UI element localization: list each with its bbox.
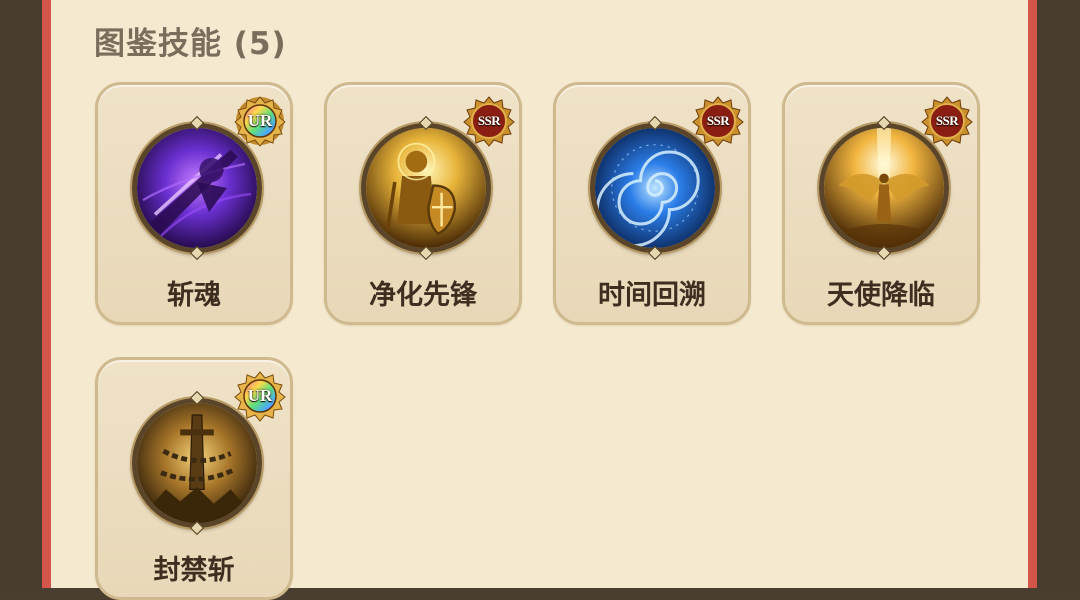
skill-card-zhanhun[interactable]: UR 斩魂	[95, 82, 293, 325]
rarity-badge-ur: UR	[234, 370, 286, 422]
rarity-label: UR	[247, 386, 273, 405]
panel-border-right	[1028, 0, 1037, 588]
skill-name: 天使降临	[827, 280, 935, 311]
rarity-label: SSR	[935, 113, 959, 128]
rarity-badge-ssr: SSR	[463, 95, 515, 147]
skill-name: 斩魂	[167, 280, 221, 311]
skill-name: 封禁斩	[153, 555, 235, 586]
screen-frame: 图鉴技能 (5) UR 斩魂 SSR 净化先锋 SSR 时间回溯 SSR 天使降…	[0, 0, 1080, 600]
rarity-badge-ssr: SSR	[692, 95, 744, 147]
skill-card-tianshi-jianglin[interactable]: SSR 天使降临	[782, 82, 980, 325]
skill-card-fengjin-zhan[interactable]: UR 封禁斩	[95, 357, 293, 600]
skill-name: 净化先锋	[369, 280, 477, 311]
rarity-badge-ur: UR	[234, 95, 286, 147]
rarity-label: UR	[247, 111, 273, 130]
skill-name: 时间回溯	[598, 280, 706, 311]
rarity-label: SSR	[706, 113, 730, 128]
section-title: 图鉴技能 (5)	[94, 26, 287, 62]
rarity-badge-ssr: SSR	[921, 95, 973, 147]
skill-card-shijian-huisu[interactable]: SSR 时间回溯	[553, 82, 751, 325]
skill-card-jinghua-xianfeng[interactable]: SSR 净化先锋	[324, 82, 522, 325]
rarity-label: SSR	[477, 113, 501, 128]
panel-border-left	[42, 0, 51, 588]
